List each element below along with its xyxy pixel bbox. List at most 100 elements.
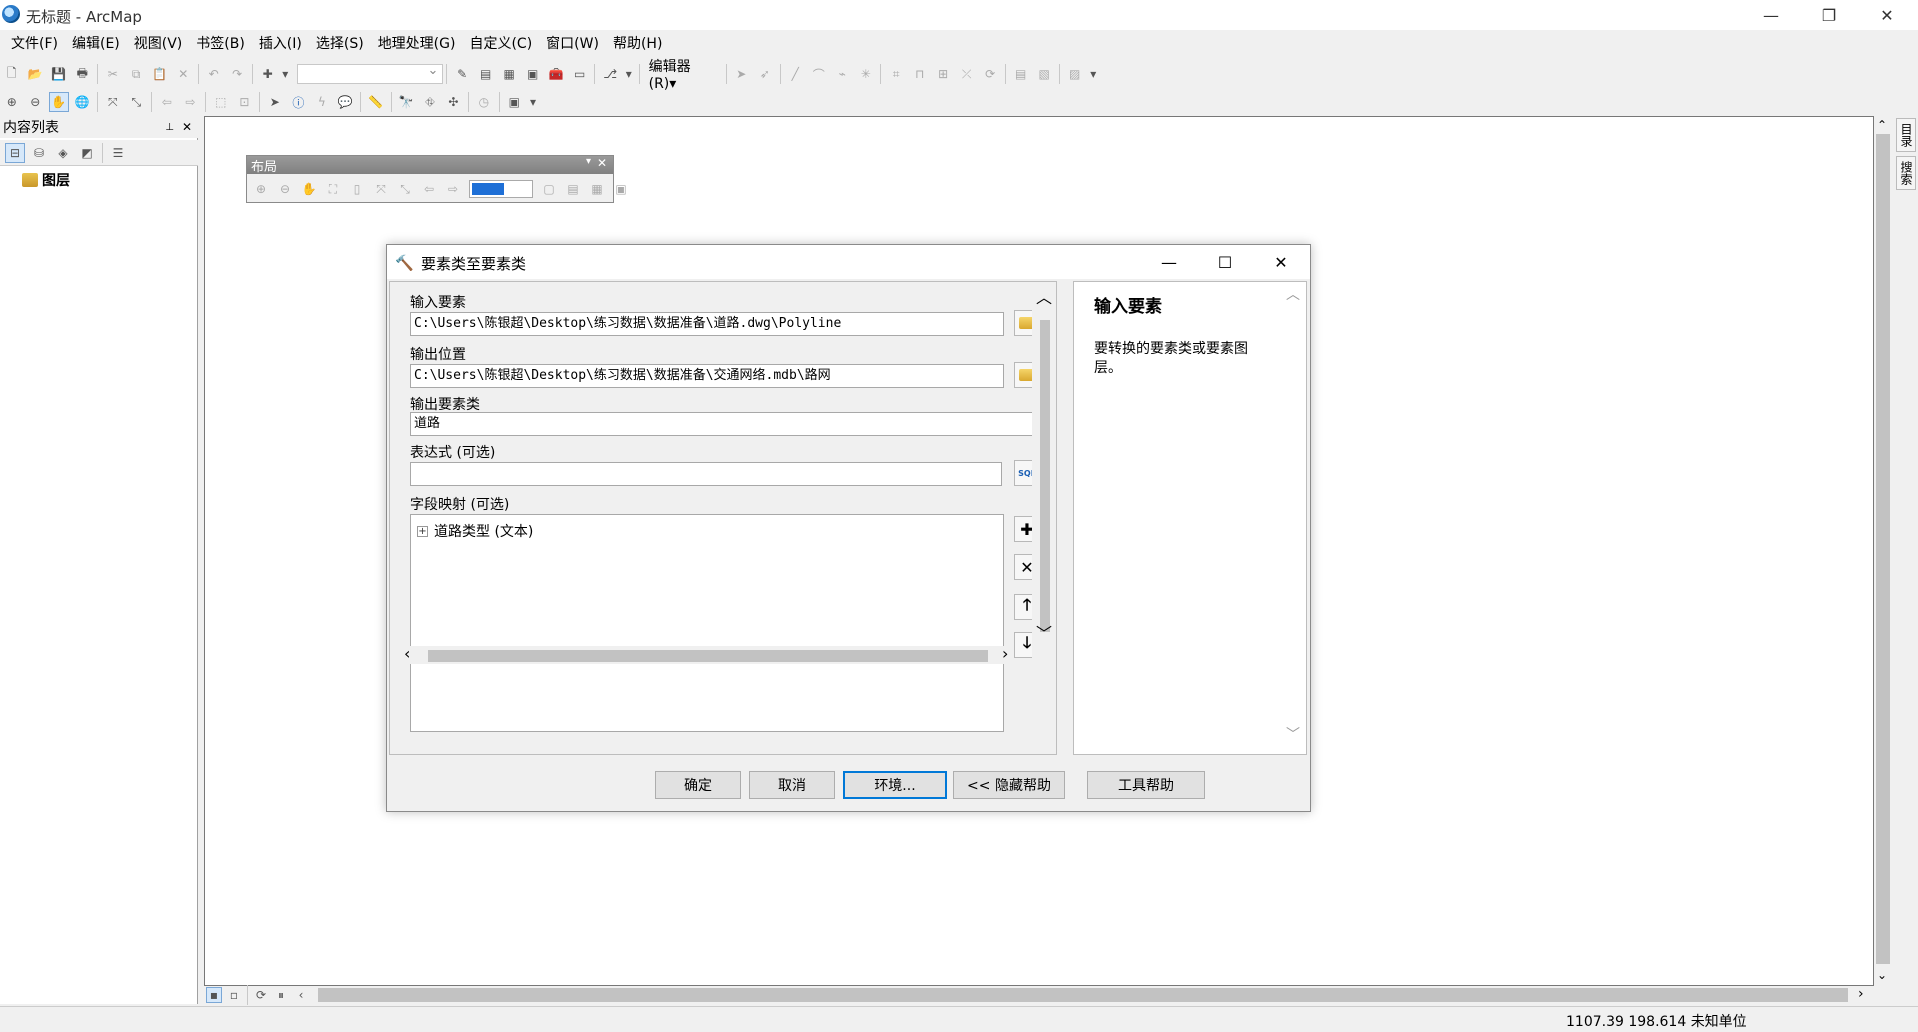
go-back-extent-icon[interactable]: ⇦ (419, 179, 439, 199)
measure-icon[interactable]: 📏 (366, 92, 386, 112)
toolbar-menu-icon[interactable]: ▾ (586, 156, 591, 167)
point-icon[interactable]: ✳ (856, 64, 876, 84)
scroll-right-icon[interactable]: › (1002, 644, 1008, 663)
full-extent-icon[interactable]: 🌐 (73, 92, 93, 112)
html-popup-icon[interactable]: 💬 (336, 92, 356, 112)
hyperlink-icon[interactable]: ϟ (312, 92, 332, 112)
cut-polygons-icon[interactable]: ⊞ (933, 64, 953, 84)
cancel-button[interactable]: 取消 (749, 771, 835, 799)
modelbuilder-icon[interactable]: ⎇ (600, 64, 620, 84)
create-viewer-icon[interactable]: ▣ (505, 92, 525, 112)
menu-file[interactable]: 文件(F) (4, 30, 65, 58)
tab-catalog[interactable]: 目录 (1896, 118, 1916, 152)
expression-field[interactable] (410, 462, 1002, 486)
zoom-out-page-icon[interactable]: ⊖ (275, 179, 295, 199)
fixed-zoom-out-icon[interactable]: ⤡ (127, 92, 147, 112)
output-featureclass-field[interactable]: 道路 (410, 412, 1040, 436)
toc-options-icon[interactable]: ☰ (108, 143, 128, 163)
output-location-field[interactable]: C:\Users\陈银超\Desktop\练习数据\数据准备\交通网络.mdb\… (410, 364, 1004, 388)
print-icon[interactable]: 🖶 (73, 64, 93, 84)
scroll-down-icon[interactable]: ﹀ (1036, 620, 1052, 644)
menu-selection[interactable]: 选择(S) (309, 30, 371, 58)
time-slider-icon[interactable]: ◷ (474, 92, 494, 112)
toolbar-options-icon[interactable]: ▾ (1088, 64, 1098, 84)
layout-toolbar[interactable]: 布局 ▾ ✕ ⊕ ⊖ ✋ ⛶ ▯ ⤧ ⤡ ⇦ ⇨ ▢ ▤ ▦ ▣ (246, 155, 627, 203)
close-button[interactable]: ✕ (1858, 0, 1916, 30)
zoom-control-combo[interactable] (469, 180, 533, 198)
menu-bookmarks[interactable]: 书签(B) (189, 30, 252, 58)
clear-selection-icon[interactable]: ⊡ (235, 92, 255, 112)
list-by-source-icon[interactable]: ⛁ (29, 143, 49, 163)
search-window-icon[interactable]: ▣ (523, 64, 543, 84)
toc-window-icon[interactable]: ▤ (476, 64, 496, 84)
field-map-item[interactable]: + 道路类型 (文本) (417, 521, 533, 541)
list-by-visibility-icon[interactable]: ◈ (53, 143, 73, 163)
tool-help-button[interactable]: 工具帮助 (1087, 771, 1205, 799)
scroll-right-icon[interactable]: › (1858, 986, 1864, 1002)
pan-page-icon[interactable]: ✋ (299, 179, 319, 199)
menu-geoprocessing[interactable]: 地理处理(G) (371, 30, 463, 58)
dialog-maximize-button[interactable]: ☐ (1197, 245, 1253, 279)
goto-xy-icon[interactable]: ✣ (444, 92, 464, 112)
toggle-draft-icon[interactable]: ▢ (539, 179, 559, 199)
toolbar-options-icon[interactable]: ▾ (528, 92, 538, 112)
refresh-icon[interactable]: ⟳ (253, 987, 269, 1003)
paste-icon[interactable]: 📋 (150, 64, 170, 84)
dialog-titlebar[interactable]: 🔨 要素类至要素类 — ☐ ✕ (387, 245, 1310, 279)
arctoolbox-icon[interactable]: 🧰 (546, 64, 566, 84)
fixed-zoom-out-page-icon[interactable]: ⤡ (395, 179, 415, 199)
cut-icon[interactable]: ✂ (103, 64, 123, 84)
scale-combo[interactable] (297, 63, 444, 84)
reshape-icon[interactable]: ⊓ (910, 64, 930, 84)
undo-icon[interactable]: ↶ (204, 64, 224, 84)
scroll-down-icon[interactable]: ﹀ (1286, 724, 1300, 744)
close-icon[interactable]: ✕ (597, 156, 607, 170)
select-features-icon[interactable]: ⬚ (211, 92, 231, 112)
find-icon[interactable]: 🔭 (397, 92, 417, 112)
dialog-minimize-button[interactable]: — (1141, 245, 1197, 279)
tab-search[interactable]: 搜索 (1896, 156, 1916, 190)
expand-icon[interactable]: + (417, 525, 428, 537)
menu-edit[interactable]: 编辑(E) (65, 30, 127, 58)
map-horizontal-scroll-thumb[interactable] (318, 988, 1848, 1002)
edit-annotation-icon[interactable]: ➶ (755, 64, 775, 84)
catalog-window-icon[interactable]: ▦ (499, 64, 519, 84)
create-features-icon[interactable]: ▨ (1065, 64, 1085, 84)
minimize-button[interactable]: — (1742, 0, 1800, 30)
fixed-zoom-in-icon[interactable]: ⤧ (103, 92, 123, 112)
attributes-icon[interactable]: ▤ (1011, 64, 1031, 84)
pin-icon[interactable]: ⊥ (165, 122, 174, 133)
map-vertical-scroll-thumb[interactable] (1876, 134, 1890, 964)
trace-icon[interactable]: ⌁ (832, 64, 852, 84)
menu-insert[interactable]: 插入(I) (252, 30, 309, 58)
python-window-icon[interactable]: ▭ (570, 64, 590, 84)
zoom-100-icon[interactable]: ▯ (347, 179, 367, 199)
dialog-close-button[interactable]: ✕ (1253, 245, 1309, 279)
parameters-scroll-thumb[interactable] (1040, 320, 1050, 632)
save-icon[interactable]: 💾 (49, 64, 69, 84)
redo-icon[interactable]: ↷ (227, 64, 247, 84)
scroll-up-icon[interactable]: ︿ (1036, 284, 1052, 308)
toc-layer-root[interactable]: 图层 (22, 170, 70, 190)
editor-menu[interactable]: 编辑器(R)▾ (649, 56, 717, 92)
back-icon[interactable]: ⇦ (157, 92, 177, 112)
pan-icon[interactable]: ✋ (49, 92, 69, 112)
fixed-zoom-in-page-icon[interactable]: ⤧ (371, 179, 391, 199)
change-layout-icon[interactable]: ▦ (587, 179, 607, 199)
menu-view[interactable]: 视图(V) (127, 30, 190, 58)
list-by-drawing-order-icon[interactable]: ⊟ (5, 142, 25, 163)
list-by-selection-icon[interactable]: ◩ (77, 143, 97, 163)
close-icon[interactable]: ✕ (182, 120, 192, 134)
input-features-field[interactable]: C:\Users\陈银超\Desktop\练习数据\数据准备\道路.dwg\Po… (410, 312, 1004, 336)
data-driven-pages-icon[interactable]: ▣ (611, 179, 631, 199)
zoom-in-page-icon[interactable]: ⊕ (251, 179, 271, 199)
select-elements-icon[interactable]: ➤ (265, 92, 285, 112)
scroll-up-icon[interactable]: ︿ (1286, 284, 1300, 304)
forward-icon[interactable]: ⇨ (181, 92, 201, 112)
zoom-whole-page-icon[interactable]: ⛶ (323, 179, 343, 199)
restore-button[interactable]: ❐ (1800, 0, 1858, 30)
dropdown-arrow-icon[interactable]: ▾ (281, 64, 289, 84)
editor-toolbar-icon[interactable]: ✎ (452, 64, 472, 84)
open-icon[interactable]: 📂 (26, 64, 46, 84)
scroll-left-icon[interactable]: ‹ (404, 644, 410, 663)
